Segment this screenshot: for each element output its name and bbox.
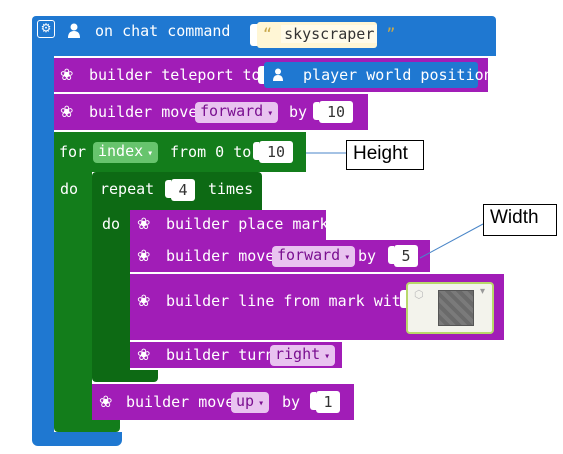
callout-lines — [306, 152, 484, 259]
width-callout-line — [419, 223, 484, 259]
width-callout: Width — [483, 204, 557, 236]
height-callout: Height — [346, 140, 424, 170]
